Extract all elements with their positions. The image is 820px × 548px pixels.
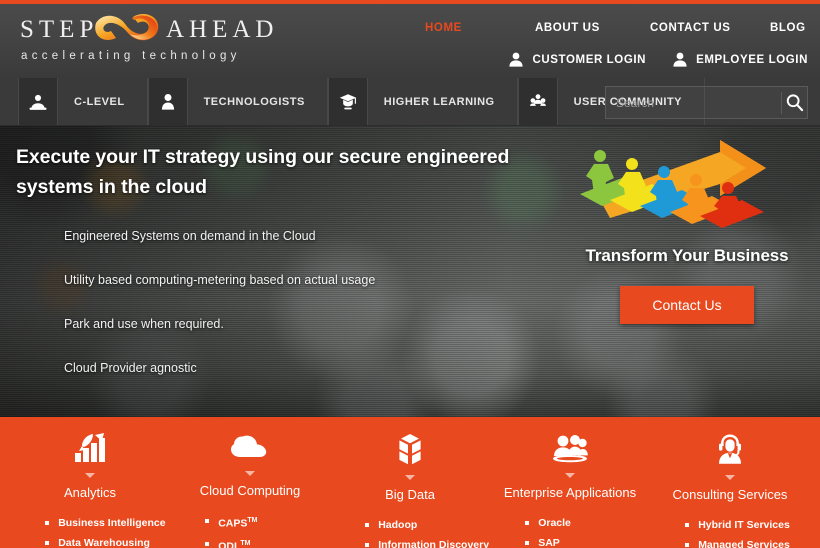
service-column-consulting-services[interactable]: Consulting Services Hybrid IT Services M… bbox=[650, 417, 810, 548]
headset-agent-icon-wrap bbox=[715, 433, 745, 465]
trademark-mark: TM bbox=[247, 517, 258, 524]
service-list-item[interactable]: Business Intelligence bbox=[45, 513, 170, 533]
secondary-nav-items: C-LEVEL TECHNOLOGISTS HIGHER LEARNING US… bbox=[0, 78, 706, 125]
service-item-label: Hadoop bbox=[378, 519, 418, 531]
sub-nav-item-c-level[interactable]: C-LEVEL bbox=[18, 78, 148, 125]
service-title-analytics: Analytics bbox=[63, 485, 117, 500]
service-list-analytics: Business Intelligence Data Warehousing bbox=[10, 513, 170, 548]
hero-banner: Execute your IT strategy using our secur… bbox=[0, 126, 820, 417]
cloud-icon bbox=[231, 435, 267, 457]
headset-agent-icon bbox=[719, 434, 741, 464]
cloud-icon-wrap bbox=[230, 433, 270, 461]
hero-promo: Transform Your Business Contact Us bbox=[562, 134, 812, 324]
service-item-label: Business Intelligence bbox=[58, 517, 166, 529]
search-box[interactable] bbox=[605, 86, 808, 119]
service-item-label: ODL bbox=[218, 540, 241, 548]
hero-bullet: Utility based computing-metering based o… bbox=[64, 273, 376, 287]
service-column-cloud-computing[interactable]: Cloud Computing CAPSTM ODLTM bbox=[170, 417, 330, 548]
search-button[interactable] bbox=[782, 93, 807, 112]
site-header: STEP AHEAD accelerating technology HOME … bbox=[0, 4, 820, 78]
hero-copy: Execute your IT strategy using our secur… bbox=[16, 142, 536, 404]
employee-login-label: EMPLOYEE LOGIN bbox=[696, 53, 808, 66]
nav-item-about-us[interactable]: ABOUT US bbox=[535, 22, 600, 34]
service-list-item[interactable]: ODLTM bbox=[205, 534, 330, 548]
hero-bullet: Cloud Provider agnostic bbox=[64, 361, 197, 375]
service-list-enterprise-applications: Oracle SAP bbox=[490, 513, 650, 548]
service-item-label: Hybrid IT Services bbox=[698, 519, 790, 531]
service-item-label: Information Discovery bbox=[378, 539, 490, 548]
service-list-item[interactable]: Hybrid IT Services bbox=[685, 515, 810, 535]
cube-blocks-icon-wrap bbox=[395, 433, 425, 465]
nav-item-contact-us[interactable]: CONTACT US bbox=[650, 22, 731, 34]
group-icon bbox=[529, 94, 546, 106]
customer-login-label: CUSTOMER LOGIN bbox=[532, 53, 647, 66]
logo-tagline: accelerating technology bbox=[21, 50, 241, 62]
service-item-label: Data Warehousing bbox=[58, 537, 150, 548]
service-list-item[interactable]: Managed Services bbox=[685, 535, 810, 548]
service-item-label: SAP bbox=[538, 537, 560, 548]
logo-wordmark: STEP AHEAD bbox=[14, 14, 274, 46]
executive-user-icon bbox=[29, 94, 47, 110]
service-title-big-data: Big Data bbox=[385, 487, 435, 502]
service-list-item[interactable]: Hadoop bbox=[365, 515, 490, 535]
people-group-icon bbox=[553, 435, 588, 463]
login-navigation: CUSTOMER LOGIN EMPLOYEE LOGIN bbox=[508, 52, 808, 67]
hero-bullet: Engineered Systems on demand in the Clou… bbox=[64, 229, 316, 243]
sub-nav-item-higher-learning[interactable]: HIGHER LEARNING bbox=[327, 78, 518, 125]
logo-word-step: STEP bbox=[20, 16, 99, 43]
hero-subheadline: Transform Your Business bbox=[585, 246, 789, 265]
sub-nav-label-c-level: C-LEVEL bbox=[58, 78, 148, 125]
employee-login-link[interactable]: EMPLOYEE LOGIN bbox=[672, 52, 808, 67]
people-group-icon-wrap bbox=[549, 433, 591, 463]
services-band: Analytics Business Intelligence Data War… bbox=[0, 417, 820, 548]
service-list-item[interactable]: CAPSTM bbox=[205, 511, 330, 534]
service-list-item[interactable]: Oracle bbox=[525, 513, 650, 533]
person-icon bbox=[161, 93, 174, 110]
service-column-enterprise-applications[interactable]: Enterprise Applications Oracle SAP bbox=[490, 417, 650, 548]
contact-us-button[interactable]: Contact Us bbox=[620, 286, 754, 324]
service-title-consulting-services: Consulting Services bbox=[672, 487, 788, 502]
service-list-cloud-computing: CAPSTM ODLTM bbox=[170, 511, 330, 548]
nav-item-blog[interactable]: BLOG bbox=[770, 22, 806, 34]
service-list-item[interactable]: SAP bbox=[525, 533, 650, 548]
infinity-logo-icon bbox=[95, 14, 159, 41]
service-list-big-data: Hadoop Information Discovery bbox=[330, 515, 490, 548]
service-list-consulting-services: Hybrid IT Services Managed Services bbox=[650, 515, 810, 548]
service-list-item[interactable]: Data Warehousing bbox=[45, 533, 170, 548]
customer-login-link[interactable]: CUSTOMER LOGIN bbox=[508, 52, 646, 67]
bar-chart-rocket-icon bbox=[75, 433, 105, 462]
site-logo[interactable]: STEP AHEAD accelerating technology bbox=[14, 14, 274, 70]
hero-bullet: Park and use when required. bbox=[64, 317, 224, 331]
search-input[interactable] bbox=[606, 95, 781, 110]
service-item-label: CAPS bbox=[218, 517, 248, 530]
cube-blocks-icon bbox=[399, 434, 421, 465]
user-icon bbox=[509, 52, 524, 67]
service-title-enterprise-applications: Enterprise Applications bbox=[503, 485, 637, 500]
search-icon bbox=[786, 94, 803, 112]
user-icon bbox=[673, 52, 687, 67]
logo-word-ahead: AHEAD bbox=[166, 16, 279, 43]
executive-user-icon-box bbox=[18, 78, 58, 125]
bar-chart-rocket-icon-wrap bbox=[73, 433, 107, 463]
trademark-mark: TM bbox=[240, 539, 251, 547]
secondary-navigation: C-LEVEL TECHNOLOGISTS HIGHER LEARNING US… bbox=[0, 78, 820, 126]
main-navigation: HOME ABOUT US CONTACT US BLOG bbox=[425, 18, 808, 36]
nav-item-home[interactable]: HOME bbox=[425, 22, 462, 34]
service-title-cloud-computing: Cloud Computing bbox=[199, 483, 301, 498]
service-column-analytics[interactable]: Analytics Business Intelligence Data War… bbox=[10, 417, 170, 548]
hero-headline: Execute your IT strategy using our secur… bbox=[16, 146, 510, 198]
sub-nav-label-higher-learning: HIGHER LEARNING bbox=[367, 78, 518, 125]
service-list-item[interactable]: Information Discovery bbox=[365, 535, 490, 548]
graduation-cap-icon-box bbox=[327, 78, 368, 125]
group-icon-box bbox=[517, 78, 558, 125]
hero-bullet-list: Engineered Systems on demand in the Clou… bbox=[16, 228, 536, 376]
service-column-big-data[interactable]: Big Data Hadoop Information Discovery bbox=[330, 417, 490, 548]
service-item-label: Managed Services bbox=[698, 539, 790, 548]
service-item-label: Oracle bbox=[538, 517, 571, 529]
running-people-arrow-icon bbox=[580, 140, 766, 228]
graduation-cap-icon bbox=[339, 94, 357, 110]
sub-nav-item-technologists[interactable]: TECHNOLOGISTS bbox=[147, 78, 328, 125]
person-icon-box bbox=[147, 78, 188, 125]
sub-nav-label-technologists: TECHNOLOGISTS bbox=[187, 78, 328, 125]
